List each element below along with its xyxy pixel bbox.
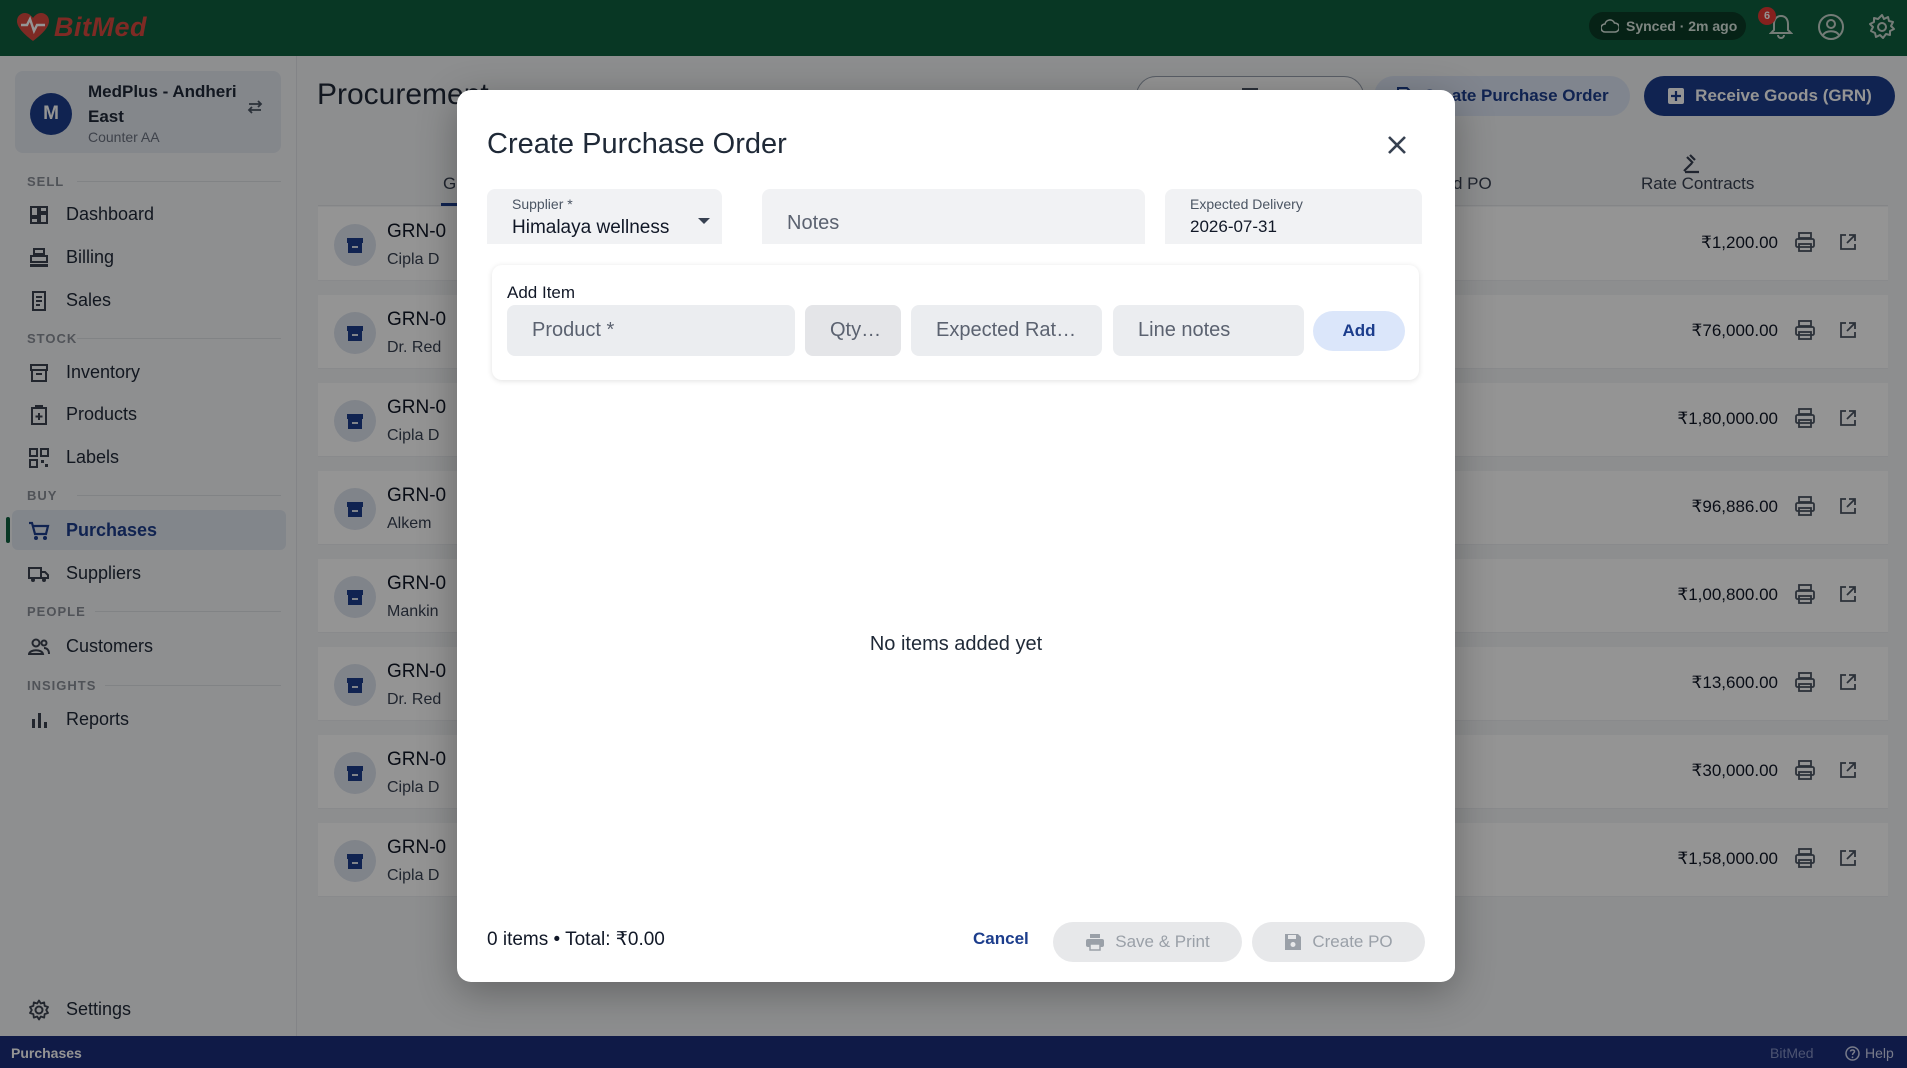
supplier-label: Supplier * (512, 196, 573, 212)
order-summary: 0 items • Total: ₹0.00 (487, 929, 665, 950)
notes-placeholder: Notes (787, 212, 840, 234)
dropdown-arrow-icon (698, 218, 710, 224)
notes-field[interactable]: Notes (762, 189, 1145, 244)
cancel-button[interactable]: Cancel (973, 929, 1029, 949)
expected-rate-input[interactable]: Expected Rat… (911, 305, 1102, 356)
supplier-select[interactable]: Supplier * Himalaya wellness (487, 189, 722, 244)
close-icon[interactable] (1384, 132, 1410, 158)
create-po-button[interactable]: Create PO (1252, 922, 1425, 962)
line-notes-input[interactable]: Line notes (1113, 305, 1304, 356)
create-po-label: Create PO (1312, 932, 1393, 951)
printer-icon (1086, 934, 1105, 951)
save-icon (1285, 934, 1302, 950)
add-item-button[interactable]: Add (1313, 311, 1405, 351)
supplier-value: Himalaya wellness (512, 217, 670, 238)
expected-delivery-label: Expected Delivery (1190, 196, 1303, 212)
app-root: BitMed Synced · 2m ago 6 M MedPlus - And… (0, 0, 1907, 1068)
product-input[interactable]: Product * (507, 305, 795, 356)
save-print-button[interactable]: Save & Print (1053, 922, 1242, 962)
create-purchase-order-dialog: Create Purchase Order Supplier * Himalay… (457, 90, 1455, 982)
qty-input[interactable]: Qty… (805, 305, 901, 356)
dialog-title: Create Purchase Order (487, 128, 787, 160)
add-item-title: Add Item (507, 283, 576, 302)
empty-items-message: No items added yet (869, 633, 1043, 655)
expected-delivery-field[interactable]: Expected Delivery 2026-07-31 (1165, 189, 1422, 244)
expected-delivery-value: 2026-07-31 (1190, 217, 1277, 236)
add-item-card: Add Item Product * Qty… Expected Rat… Li… (492, 265, 1419, 380)
save-print-label: Save & Print (1115, 932, 1210, 951)
